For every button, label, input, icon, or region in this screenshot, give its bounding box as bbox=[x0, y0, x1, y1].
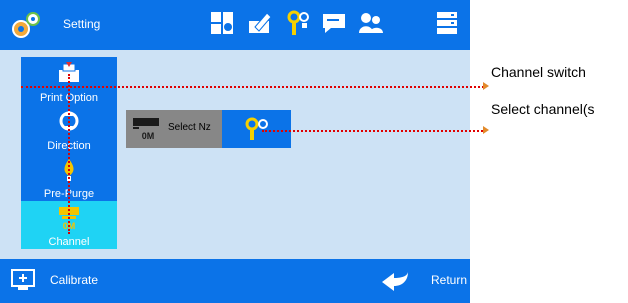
server-icon[interactable] bbox=[434, 9, 460, 37]
select-channel-arrow-icon bbox=[483, 126, 489, 134]
select-nozzle-label: Select Nz bbox=[168, 122, 211, 133]
sidebar-item-label: Channel bbox=[48, 236, 90, 248]
return-button[interactable]: Return bbox=[431, 273, 467, 287]
users-icon[interactable] bbox=[358, 9, 384, 37]
nozzle-tool-icon[interactable] bbox=[285, 9, 311, 37]
app-settings-icon[interactable] bbox=[10, 10, 42, 40]
return-arrow-icon[interactable] bbox=[380, 269, 410, 291]
menu-vertical-leader-line bbox=[68, 74, 70, 234]
channel-switch-leader-line bbox=[21, 86, 484, 88]
top-bar: Setting bbox=[0, 0, 470, 50]
app-screen: Setting Print Option Direction Pre-Purge… bbox=[0, 0, 470, 303]
channel-switch-arrow-icon bbox=[483, 82, 489, 90]
edit-document-icon[interactable] bbox=[247, 9, 273, 37]
nozzle-device-icon: 0M bbox=[133, 118, 159, 141]
bottom-bar: Calibrate Return bbox=[0, 259, 470, 303]
chat-icon[interactable] bbox=[321, 9, 347, 37]
page-title: Setting bbox=[63, 17, 101, 31]
select-channel-leader-line bbox=[262, 130, 483, 132]
calibrate-icon[interactable] bbox=[11, 269, 35, 291]
select-channel-button[interactable] bbox=[222, 110, 291, 148]
channel-switch-annotation: Channel switch bbox=[491, 64, 586, 80]
select-nozzle-button[interactable]: 0M Select Nz bbox=[126, 110, 222, 148]
nozzle-badge-text: 0M bbox=[142, 131, 155, 141]
calibrate-button[interactable]: Calibrate bbox=[50, 273, 98, 287]
channel-key-icon bbox=[245, 117, 268, 140]
select-channel-annotation: Select channel(s bbox=[491, 101, 595, 117]
device-icon[interactable] bbox=[209, 9, 235, 37]
